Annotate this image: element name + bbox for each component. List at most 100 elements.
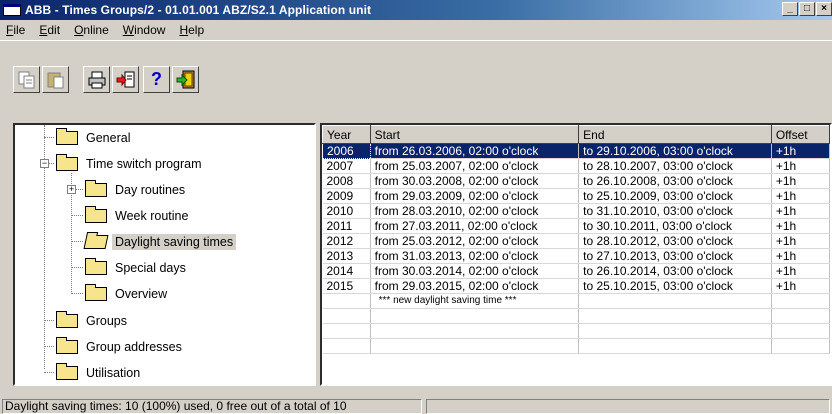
cell-end[interactable]: to 31.10.2010, 03:00 o'clock	[578, 203, 772, 219]
table-body: 2006 from 26.03.2006, 02:00 o'clock to 29.…	[322, 143, 830, 354]
cell-end[interactable]: to 30.10.2011, 03:00 o'clock	[578, 218, 772, 234]
tree-item-general[interactable]: General	[56, 128, 133, 147]
window-controls: _ □ ×	[781, 2, 832, 16]
new-entry-row[interactable]: *** new daylight saving time ***	[322, 293, 830, 309]
cell-offset[interactable]: +1h	[771, 248, 830, 264]
tree-item-groups[interactable]: Groups	[56, 311, 130, 330]
menu-online[interactable]: Online	[74, 23, 109, 37]
cell-end[interactable]: to 25.10.2015, 03:00 o'clock	[578, 278, 772, 294]
cell-end[interactable]: to 29.10.2006, 03:00 o'clock	[578, 143, 772, 159]
cell-year[interactable]: 2008	[322, 173, 371, 189]
menu-window[interactable]: Window	[123, 23, 166, 37]
cell-offset[interactable]: +1h	[771, 233, 830, 249]
menu-help[interactable]: Help	[179, 23, 204, 37]
title-bar[interactable]: ABB - Times Groups/2 - 01.01.001 ABZ/S2.…	[0, 0, 832, 20]
cell-offset[interactable]: +1h	[771, 173, 830, 189]
table-row[interactable]: 2008 from 30.03.2008, 02:00 o'clock to 26.…	[322, 173, 830, 189]
menu-edit[interactable]: Edit	[39, 23, 60, 37]
import-button[interactable]	[112, 66, 139, 93]
exit-button[interactable]	[172, 66, 199, 93]
cell-year[interactable]: 2011	[322, 218, 371, 234]
cell-offset[interactable]: +1h	[771, 188, 830, 204]
tree-item-daylight-saving-times[interactable]: Daylight saving times	[83, 233, 237, 251]
folder-icon	[56, 311, 78, 328]
tree-item-overview[interactable]: Overview	[85, 284, 170, 303]
cell-year[interactable]: 2014	[322, 263, 371, 279]
empty-cell[interactable]	[322, 293, 371, 309]
tree-connector	[44, 346, 54, 347]
menu-file[interactable]: File	[6, 23, 25, 37]
cell-start[interactable]: from 29.03.2009, 02:00 o'clock	[370, 188, 580, 204]
tree-item-week-routine[interactable]: Week routine	[85, 206, 191, 225]
column-header-end[interactable]: End	[578, 125, 772, 144]
cell-start[interactable]: from 31.03.2013, 02:00 o'clock	[370, 248, 580, 264]
column-header-start[interactable]: Start	[369, 125, 580, 144]
cell-offset[interactable]: +1h	[771, 218, 830, 234]
table-row[interactable]: 2009 from 29.03.2009, 02:00 o'clock to 25.…	[322, 188, 830, 204]
tree-connector	[71, 241, 83, 242]
tree-item-time-switch-program[interactable]: Time switch program	[56, 154, 205, 173]
dst-table-panel: Year Start End Offset 2006 from 26.03.200…	[320, 123, 832, 386]
cell-end[interactable]: to 26.10.2014, 03:00 o'clock	[578, 263, 772, 279]
cell-offset[interactable]: +1h	[771, 278, 830, 294]
cell-start[interactable]: from 27.03.2011, 02:00 o'clock	[370, 218, 580, 234]
cell-end[interactable]: to 26.10.2008, 03:00 o'clock	[578, 173, 772, 189]
help-button[interactable]: ?	[143, 66, 170, 93]
restore-button[interactable]: □	[799, 2, 815, 16]
column-header-offset[interactable]: Offset	[770, 125, 830, 144]
table-row[interactable]: 2007 from 25.03.2007, 02:00 o'clock to 28.…	[322, 158, 830, 174]
cell-end[interactable]: to 28.10.2007, 03:00 o'clock	[578, 158, 772, 174]
empty-cell[interactable]	[578, 293, 772, 309]
tree-item-group-addresses[interactable]: Group addresses	[56, 337, 185, 356]
expand-toggle[interactable]: +	[67, 185, 76, 194]
cell-start[interactable]: from 29.03.2015, 02:00 o'clock	[370, 278, 580, 294]
cell-offset[interactable]: +1h	[771, 158, 830, 174]
cell-start[interactable]: from 25.03.2012, 02:00 o'clock	[370, 233, 580, 249]
table-row[interactable]: 2014 from 30.03.2014, 02:00 o'clock to 26.…	[322, 263, 830, 279]
empty-cell	[322, 338, 371, 354]
navigation-tree[interactable]: General − Time switch program + Day rout…	[13, 123, 316, 386]
menu-window-mnemonic: W	[122, 22, 135, 37]
cell-end[interactable]: to 25.10.2009, 03:00 o'clock	[578, 188, 772, 204]
copy-button[interactable]	[13, 66, 40, 93]
table-row[interactable]: 2010 from 28.03.2010, 02:00 o'clock to 31.…	[322, 203, 830, 219]
table-row[interactable]: 2012 from 25.03.2012, 02:00 o'clock to 28.…	[322, 233, 830, 249]
cell-start[interactable]: from 28.03.2010, 02:00 o'clock	[370, 203, 580, 219]
folder-icon	[85, 284, 107, 301]
cell-start[interactable]: from 25.03.2007, 02:00 o'clock	[370, 158, 580, 174]
cell-start[interactable]: from 30.03.2008, 02:00 o'clock	[370, 173, 580, 189]
tree-item-utilisation[interactable]: Utilisation	[56, 363, 143, 382]
dst-table: Year Start End Offset 2006 from 26.03.200…	[322, 125, 830, 354]
cell-end[interactable]: to 27.10.2013, 03:00 o'clock	[578, 248, 772, 264]
collapse-toggle[interactable]: −	[40, 159, 49, 168]
cell-start[interactable]: from 30.03.2014, 02:00 o'clock	[370, 263, 580, 279]
paste-icon	[47, 72, 63, 88]
cell-offset[interactable]: +1h	[771, 143, 830, 159]
cell-year[interactable]: 2015	[322, 278, 371, 294]
cell-year[interactable]: 2007	[322, 158, 371, 174]
cell-year[interactable]: 2009	[322, 188, 371, 204]
cell-start[interactable]: from 26.03.2006, 02:00 o'clock	[370, 143, 580, 159]
column-header-year[interactable]: Year	[322, 125, 371, 144]
tree-item-day-routines[interactable]: Day routines	[85, 180, 188, 199]
empty-cell	[370, 308, 580, 324]
cell-offset[interactable]: +1h	[771, 203, 830, 219]
cell-year[interactable]: 2013	[322, 248, 371, 264]
table-row[interactable]: 2006 from 26.03.2006, 02:00 o'clock to 29.…	[322, 143, 830, 159]
print-button[interactable]	[83, 66, 110, 93]
close-button[interactable]: ×	[816, 2, 832, 16]
table-row[interactable]: 2011 from 27.03.2011, 02:00 o'clock to 30.…	[322, 218, 830, 234]
cell-offset[interactable]: +1h	[771, 263, 830, 279]
cell-year[interactable]: 2010	[322, 203, 371, 219]
empty-cell	[322, 323, 371, 339]
table-row[interactable]: 2015 from 29.03.2015, 02:00 o'clock to 25.…	[322, 278, 830, 294]
cell-year[interactable]: 2006	[322, 143, 371, 159]
new-daylight-saving-time-label[interactable]: *** new daylight saving time ***	[370, 293, 580, 309]
tree-item-special-days[interactable]: Special days	[85, 258, 189, 277]
cell-year[interactable]: 2012	[322, 233, 371, 249]
minimize-button[interactable]: _	[782, 2, 798, 16]
paste-button[interactable]	[42, 66, 69, 93]
empty-cell[interactable]	[771, 293, 830, 309]
cell-end[interactable]: to 28.10.2012, 03:00 o'clock	[578, 233, 772, 249]
table-row[interactable]: 2013 from 31.03.2013, 02:00 o'clock to 27.…	[322, 248, 830, 264]
